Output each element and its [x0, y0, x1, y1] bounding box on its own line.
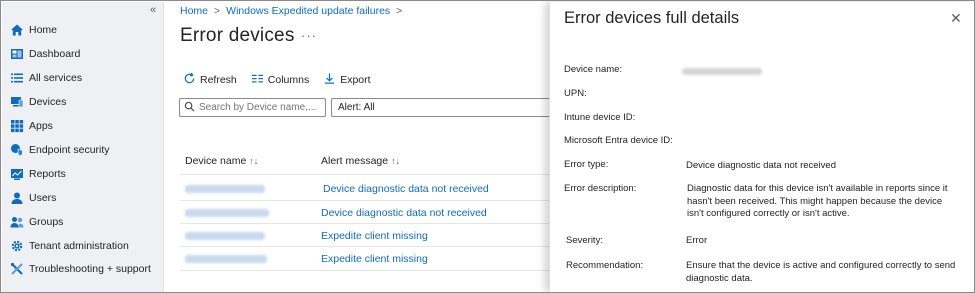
shield-icon: [10, 143, 24, 157]
column-header-alert-message[interactable]: Alert message ↑↓: [321, 155, 400, 167]
sidebar-item-label: Devices: [29, 96, 67, 108]
search-box[interactable]: [179, 98, 326, 117]
device-name-redacted[interactable]: [185, 185, 265, 193]
sort-icon: ↑↓: [391, 156, 401, 166]
sidebar-item-dashboard[interactable]: Dashboard: [10, 44, 80, 64]
sort-icon: ↑↓: [249, 156, 259, 166]
sidebar-item-label: Users: [29, 192, 57, 204]
breadcrumb-separator: >: [214, 5, 221, 17]
gear-icon: [10, 239, 24, 253]
breadcrumb-separator: >: [396, 5, 403, 17]
column-header-label: Device name: [185, 155, 247, 167]
breadcrumb: Home > Windows Expedited update failures…: [180, 5, 402, 17]
device-name-redacted[interactable]: [185, 232, 265, 240]
entra-device-id-label: Microsoft Entra device ID:: [564, 135, 673, 146]
apps-grid-icon: [10, 119, 24, 133]
row-divider: [180, 223, 560, 224]
columns-button[interactable]: Columns: [251, 72, 309, 88]
details-panel: Error devices full details ✕ Device name…: [549, 2, 974, 292]
intune-device-id-label: Intune device ID:: [564, 112, 636, 123]
upn-label: UPN:: [564, 88, 587, 99]
home-icon: [10, 23, 24, 37]
dashboard-icon: [10, 47, 24, 61]
recommendation-value: Ensure that the device is active and con…: [686, 260, 956, 284]
device-name-label: Device name:: [564, 64, 623, 75]
sidebar-item-label: Apps: [29, 120, 53, 132]
sidebar-item-label: Groups: [29, 216, 64, 228]
sidebar-item-home[interactable]: Home: [10, 20, 57, 40]
export-button[interactable]: Export: [323, 72, 371, 88]
devices-icon: [10, 95, 24, 109]
device-name-redacted[interactable]: [185, 255, 267, 263]
breadcrumb-home-link[interactable]: Home: [180, 5, 208, 17]
alert-filter-pill[interactable]: Alert: All: [331, 98, 561, 117]
row-divider: [180, 200, 560, 201]
column-header-label: Alert message: [321, 155, 389, 167]
alert-message-link[interactable]: Expedite client missing: [321, 253, 428, 265]
collapse-sidebar-button[interactable]: «: [150, 4, 156, 16]
refresh-label: Refresh: [200, 74, 237, 86]
recommendation-label: Recommendation:: [566, 260, 644, 271]
sidebar-item-users[interactable]: Users: [10, 188, 56, 208]
sidebar-item-apps[interactable]: Apps: [10, 116, 53, 136]
close-icon[interactable]: ✕: [950, 10, 962, 27]
device-name-redacted[interactable]: [185, 209, 269, 217]
sidebar-item-tenant-administration[interactable]: Tenant administration: [10, 236, 129, 256]
reports-icon: [10, 167, 24, 181]
error-type-label: Error type:: [564, 159, 609, 170]
more-options-button[interactable]: ···: [301, 28, 317, 43]
row-divider: [180, 246, 560, 247]
severity-value: Error: [686, 235, 708, 246]
sidebar-item-troubleshooting-support[interactable]: Troubleshooting + support: [10, 259, 151, 279]
sidebar-item-endpoint-security[interactable]: Endpoint security: [10, 140, 110, 160]
sidebar-item-all-services[interactable]: All services: [10, 68, 82, 88]
user-icon: [10, 191, 24, 205]
tools-icon: [10, 262, 24, 276]
sidebar-item-label: Reports: [29, 168, 66, 180]
columns-label: Columns: [267, 74, 310, 86]
breadcrumb-report-link[interactable]: Windows Expedited update failures: [226, 5, 390, 17]
row-divider: [180, 270, 560, 271]
sidebar-item-label: Troubleshooting + support: [29, 263, 151, 275]
alert-message-link[interactable]: Device diagnostic data not received: [323, 183, 489, 195]
list-icon: [10, 71, 24, 85]
sidebar-item-groups[interactable]: Groups: [10, 212, 63, 232]
refresh-button[interactable]: Refresh: [183, 72, 237, 88]
panel-title: Error devices full details: [564, 9, 740, 27]
sidebar-item-reports[interactable]: Reports: [10, 164, 66, 184]
sidebar-item-label: Home: [29, 24, 58, 36]
device-name-redacted-value: [682, 68, 762, 75]
search-input[interactable]: [199, 102, 319, 113]
main-content: Home > Windows Expedited update failures…: [165, 2, 561, 292]
sidebar-item-label: Endpoint security: [29, 144, 110, 156]
error-type-value: Device diagnostic data not received: [686, 160, 836, 171]
refresh-icon: [183, 72, 196, 88]
groups-icon: [10, 215, 24, 229]
sidebar-item-label: Tenant administration: [29, 240, 129, 252]
error-description-value: Diagnostic data for this device isn't av…: [687, 183, 948, 219]
page-title: Error devices: [180, 25, 295, 46]
toolbar: Refresh Columns Export: [183, 72, 371, 88]
sidebar-item-devices[interactable]: Devices: [10, 92, 66, 112]
row-divider: [180, 174, 560, 175]
download-icon: [323, 72, 336, 88]
alert-message-link[interactable]: Device diagnostic data not received: [321, 207, 487, 219]
error-description-label: Error description:: [564, 183, 637, 194]
search-icon: [184, 101, 199, 115]
sidebar-item-label: Dashboard: [29, 48, 81, 60]
columns-icon: [251, 72, 264, 88]
window-frame: « Home Dashboard All services Devices Ap…: [0, 0, 975, 293]
export-label: Export: [340, 74, 371, 86]
severity-label: Severity:: [566, 235, 603, 246]
sidebar: « Home Dashboard All services Devices Ap…: [2, 2, 164, 292]
sidebar-item-label: All services: [29, 72, 83, 84]
column-header-device-name[interactable]: Device name ↑↓: [185, 155, 258, 167]
alert-message-link[interactable]: Expedite client missing: [321, 230, 428, 242]
